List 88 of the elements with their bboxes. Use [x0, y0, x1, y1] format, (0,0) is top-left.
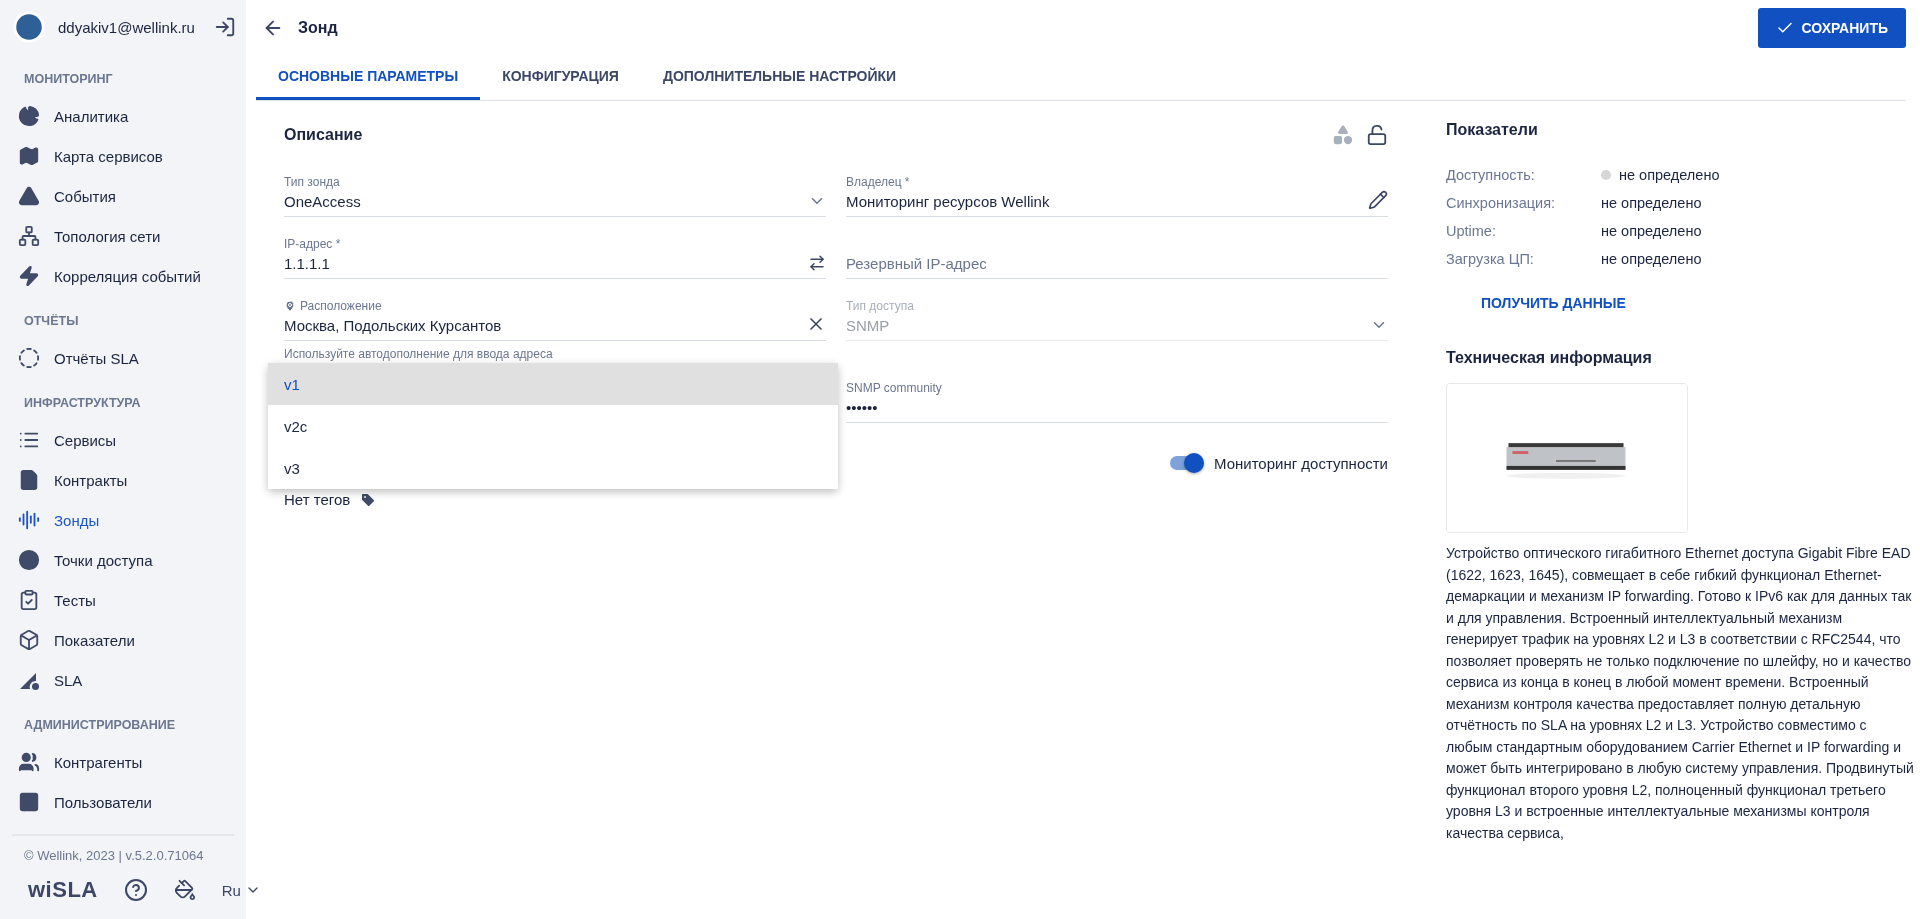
field-value: 1.1.1.1 [284, 255, 331, 272]
topology-icon [18, 225, 40, 247]
metric-value: не определено [1601, 195, 1702, 211]
dot-icon [18, 549, 40, 571]
toggle-label: Мониторинг доступности [1214, 454, 1388, 472]
metric-label: Загрузка ЦП: [1446, 251, 1535, 267]
people-icon [18, 751, 40, 773]
field-label: Расположение [300, 299, 382, 313]
field-value: Москва, Подольских Курсантов [284, 317, 503, 334]
cube-icon [18, 629, 40, 651]
nav-item[interactable]: Топология сети [0, 216, 246, 256]
nav-item[interactable]: Зонды [0, 500, 246, 540]
metric-value: не определено [1601, 223, 1702, 239]
swap-icon[interactable] [808, 254, 826, 272]
copyright-text: © Wellink, 2023 | v.5.2.0.71064 [24, 848, 205, 863]
map-icon [18, 145, 40, 167]
nav-item[interactable]: Сервисы [0, 420, 246, 460]
edit-icon[interactable] [1368, 190, 1388, 210]
field-value: Мониторинг ресурсов Wellink [846, 193, 1051, 210]
tab[interactable]: КОНФИГУРАЦИЯ [480, 55, 641, 100]
get-data-button[interactable]: ПОЛУЧИТЬ ДАННЫЕ [1481, 287, 1626, 319]
field-label: Тип доступа [846, 299, 914, 313]
paint-bucket-icon[interactable] [173, 879, 196, 901]
field-value: SNMP [846, 317, 891, 334]
field-value: •••••• [846, 399, 879, 416]
save-button[interactable]: СОХРАНИТЬ [1757, 7, 1906, 48]
wave-icon [18, 509, 40, 531]
section-title: Техническая информация [1446, 349, 1653, 367]
analytics-icon [18, 105, 40, 127]
alert-icon [18, 185, 40, 207]
menu-option[interactable]: v3 [268, 447, 838, 489]
nav-item[interactable]: Тесты [0, 580, 246, 620]
helper-text: Используйте автодополнение для ввода адреса [284, 347, 554, 361]
nav-item[interactable]: SLA [0, 660, 246, 700]
help-icon[interactable] [123, 878, 148, 902]
nav-item[interactable]: Контракты [0, 460, 246, 500]
tab[interactable]: ДОПОЛНИТЕЛЬНЫЕ НАСТРОЙКИ [640, 55, 919, 100]
user-email: ddyakiv1@wellink.ru [58, 18, 196, 36]
nav-item[interactable]: Карта сервисов [0, 136, 246, 176]
form-field[interactable]: Тип зонда OneAccess [284, 165, 826, 217]
section-title: Показатели [1446, 121, 1539, 139]
nav-item[interactable]: Контрагенты [0, 742, 246, 782]
metric-label: Доступность: [1446, 167, 1536, 183]
nav-item[interactable]: Корреляция событий [0, 256, 246, 296]
field-value: OneAccess [284, 193, 362, 210]
menu-option[interactable]: v1 [268, 363, 838, 405]
nav-item[interactable]: Показатели [0, 620, 246, 660]
nav-item[interactable]: Пользователи [0, 782, 246, 822]
metric-value: не определено [1601, 251, 1702, 267]
device-description: Устройство оптического гигабитного Ethernet доступа Gigabit Fibre EAD (1622, 1623, 1645), совмещает в себе гибкий функционал Ethernet-демаркации и механизм IP forwarding. Готово к IPv6 как для данных так и для управления. Встроенный интеллектуальный механизм генерирует трафик на уровнях L2 и L3 в соответствии с RFC2544, что позволяет проверять не только подключение по шлейфу, но и качество сервиса из конца в конец в любой момент времени. Встроенный механизм контроля качества предоставляет полную детальную отчётность по SLA на уровнях L2 и L3. Устройство совместимо с любым стандартным оборудованием Carrier Ethernet и IP forwarding и может быть интегрировано в любую систему управления. Продвинутый функционал второго уровня L2, полноценный функционал третьего уровня L3 и встроенные интеллектуальные механизмы контроля качества сервиса, [1446, 544, 1915, 843]
section-heading: ОТЧЁТЫ [23, 313, 80, 330]
form-field[interactable]: Расположение Москва, Подольских Курсантов [284, 289, 826, 341]
field-label: Тип зонда [284, 175, 340, 189]
pin-icon [284, 300, 296, 312]
ring-icon [18, 347, 40, 369]
tags-text: Нет тегов [284, 491, 351, 508]
input-field[interactable]: Резервный IP-адрес [846, 227, 1388, 279]
unlock-icon[interactable] [1366, 124, 1388, 146]
field-label: Владелец * [846, 175, 910, 189]
tab[interactable]: ОСНОВНЫЕ ПАРАМЕТРЫ [256, 55, 481, 100]
section-heading: АДМИНИСТРИРОВАНИЕ [23, 717, 177, 734]
tag-icon[interactable] [360, 491, 377, 508]
form-field[interactable]: SNMP community •••••• [846, 371, 1388, 423]
bolt-icon [18, 265, 40, 287]
logout-icon[interactable] [214, 16, 236, 38]
clipboard-icon [18, 589, 40, 611]
page-title: Зонд [298, 18, 339, 37]
form-field[interactable]: IP-адрес * 1.1.1.1 [284, 227, 826, 279]
doc-icon [18, 469, 40, 491]
section-heading: МОНИТОРИНГ [23, 71, 114, 88]
metric-label: Синхронизация: [1446, 195, 1557, 211]
field-placeholder: Резервный IP-адрес [846, 255, 988, 272]
nav-item[interactable]: Аналитика [0, 96, 246, 136]
nav-item[interactable]: Отчёты SLA [0, 338, 246, 378]
language-select[interactable]: Ru [221, 881, 261, 899]
metric-value: не определено [1619, 167, 1720, 183]
toggle-switch[interactable] [1168, 453, 1204, 473]
field-label: SNMP community [846, 381, 942, 395]
nav-item[interactable]: События [0, 176, 246, 216]
logo: wiSLA [28, 877, 98, 903]
form-field[interactable]: Владелец * Мониторинг ресурсов Wellink [846, 165, 1388, 217]
field-label: IP-адрес * [284, 237, 341, 251]
avatar[interactable] [12, 10, 46, 44]
metric-label: Uptime: [1446, 223, 1497, 239]
section-heading: ИНФРАСТРУКТУРА [23, 395, 142, 412]
nav-item[interactable]: Точки доступа [0, 540, 246, 580]
section-title: Описание [284, 126, 364, 144]
menu-option[interactable]: v2c [268, 405, 838, 447]
